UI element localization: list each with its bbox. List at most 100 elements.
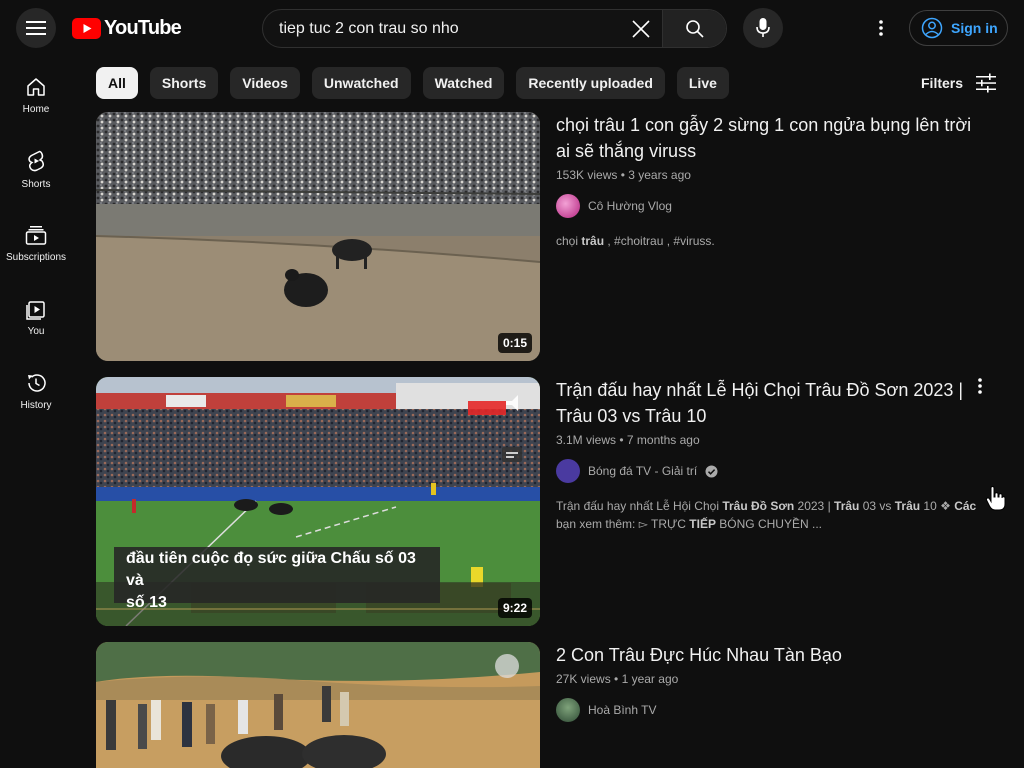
channel-info[interactable]: Bóng đá TV - Giải trí <box>556 459 986 483</box>
video-info: 2 Con Trâu Đực Húc Nhau Tàn Bạo 27K view… <box>556 642 986 722</box>
shorts-icon <box>25 149 47 173</box>
sidebar-item-shorts[interactable]: Shorts <box>0 130 72 204</box>
account-circle-icon <box>921 17 943 39</box>
top-bar: YouTube tiep tuc 2 con trau so nho Sign … <box>0 0 1024 56</box>
chip-all[interactable]: All <box>96 67 138 99</box>
desc-text: bạn xem thêm: ▻ TRỰC <box>556 517 690 531</box>
search-input[interactable]: tiep tuc 2 con trau so nho <box>263 10 662 47</box>
menu-button[interactable] <box>16 8 56 48</box>
caption-line: số 13 <box>126 594 167 611</box>
search-icon <box>685 19 705 39</box>
channel-info[interactable]: Cô Hường Vlog <box>556 194 986 218</box>
chip-videos[interactable]: Videos <box>230 67 300 99</box>
video-thumbnail[interactable]: 0:15 <box>96 112 540 361</box>
video-description: Trận đấu hay nhất Lễ Hội Chọi Trâu Đồ Sơ… <box>556 497 986 533</box>
desc-text: BÓNG CHUYỀN ... <box>715 517 822 531</box>
channel-avatar[interactable] <box>556 194 580 218</box>
desc-highlight: Trâu <box>894 499 921 513</box>
video-result[interactable]: 2 Con Trâu Đực Húc Nhau Tàn Bạo 27K view… <box>96 642 996 768</box>
clear-search-icon[interactable] <box>630 18 652 40</box>
chip-unwatched[interactable]: Unwatched <box>311 67 411 99</box>
search-button[interactable] <box>662 10 726 47</box>
desc-text: 2023 | <box>794 499 835 513</box>
settings-more-button[interactable] <box>866 13 896 43</box>
filters-label: Filters <box>921 75 964 91</box>
video-info: Trận đấu hay nhất Lễ Hội Chọi Trâu Đồ Sơ… <box>556 377 986 533</box>
sidebar-item-home[interactable]: Home <box>0 56 72 130</box>
desc-text: 03 vs <box>859 499 895 513</box>
video-thumbnail[interactable]: đầu tiên cuộc đọ sức giữa Chấu số 03 và … <box>96 377 540 626</box>
video-thumbnail[interactable] <box>96 642 540 768</box>
more-vert-icon <box>879 20 883 36</box>
view-count: 27K views <box>556 672 611 686</box>
youtube-logo[interactable]: YouTube <box>72 17 182 40</box>
sidebar-item-label: Home <box>22 103 50 115</box>
search-box: tiep tuc 2 con trau so nho <box>262 9 727 48</box>
desc-highlight: Các <box>954 499 977 513</box>
sign-in-button[interactable]: Sign in <box>909 10 1008 46</box>
youtube-play-icon <box>72 18 101 39</box>
desc-text: 10 ❖ <box>920 499 955 513</box>
hand-cursor-icon <box>985 486 1007 512</box>
video-info: chọi trâu 1 con gẫy 2 sừng 1 con ngửa bụ… <box>556 112 986 250</box>
upload-age: 1 year ago <box>621 672 679 686</box>
logo-text: YouTube <box>104 17 182 39</box>
video-title[interactable]: 2 Con Trâu Đực Húc Nhau Tàn Bạo <box>556 642 986 668</box>
video-duration: 0:15 <box>497 333 532 353</box>
video-metadata: 27K views • 1 year ago <box>556 672 679 686</box>
video-metadata: 3.1M views • 7 months ago <box>556 433 700 447</box>
upload-age: 7 months ago <box>626 433 700 447</box>
home-icon <box>25 76 47 98</box>
video-caption-overlay: đầu tiên cuộc đọ sức giữa Chấu số 03 và … <box>126 548 436 614</box>
voice-search-button[interactable] <box>743 8 783 48</box>
desc-highlight: TIẾP <box>689 517 716 531</box>
filter-chips: All Shorts Videos Unwatched Watched Rece… <box>96 67 729 99</box>
video-duration: 9:22 <box>497 598 532 618</box>
history-icon <box>25 372 47 394</box>
sidebar-item-label: Subscriptions <box>5 251 67 263</box>
filters-button[interactable]: Filters <box>921 73 997 93</box>
desc-highlight: Trâu Đồ Sơn <box>722 499 795 513</box>
tune-icon <box>975 73 997 93</box>
desc-highlight: trâu <box>581 234 605 248</box>
mini-guide-sidebar: Home Shorts Subscriptions You History <box>0 56 72 426</box>
sidebar-item-subscriptions[interactable]: Subscriptions <box>0 204 72 278</box>
upload-age: 3 years ago <box>628 168 691 182</box>
sidebar-item-label: Shorts <box>21 178 51 190</box>
microphone-icon <box>755 17 771 39</box>
video-title[interactable]: Trận đấu hay nhất Lễ Hội Chọi Trâu Đồ Sơ… <box>556 377 966 429</box>
subscriptions-icon <box>25 224 47 246</box>
chip-live[interactable]: Live <box>676 67 729 99</box>
channel-name[interactable]: Hoà Bình TV <box>588 703 656 717</box>
view-count: 3.1M views <box>556 433 617 447</box>
verified-badge-icon <box>705 465 718 478</box>
video-action-menu-button[interactable] <box>970 377 990 397</box>
desc-text: , #choitrau , #viruss. <box>604 234 715 248</box>
chip-watched[interactable]: Watched <box>422 67 505 99</box>
sign-in-label: Sign in <box>951 20 998 36</box>
video-description: chọi trâu , #choitrau , #viruss. <box>556 232 986 250</box>
video-metadata: 153K views • 3 years ago <box>556 168 691 182</box>
channel-avatar[interactable] <box>556 459 580 483</box>
desc-text: chọi <box>556 234 582 248</box>
more-vert-icon <box>970 377 990 397</box>
sidebar-item-you[interactable]: You <box>0 278 72 352</box>
sidebar-item-history[interactable]: History <box>0 352 72 426</box>
you-icon <box>25 298 47 320</box>
sidebar-item-label: You <box>27 325 45 337</box>
hamburger-icon <box>26 20 46 36</box>
channel-info[interactable]: Hoà Bình TV <box>556 698 986 722</box>
channel-name[interactable]: Bóng đá TV - Giải trí <box>588 464 697 478</box>
search-query: tiep tuc 2 con trau so nho <box>279 19 459 37</box>
channel-avatar[interactable] <box>556 698 580 722</box>
chip-shorts[interactable]: Shorts <box>149 67 219 99</box>
caption-line: đầu tiên cuộc đọ sức giữa Chấu số 03 và <box>126 550 416 589</box>
video-result[interactable]: đầu tiên cuộc đọ sức giữa Chấu số 03 và … <box>96 377 996 626</box>
sidebar-item-label: History <box>20 399 52 411</box>
channel-name[interactable]: Cô Hường Vlog <box>588 199 672 213</box>
desc-text: Trận đấu hay nhất Lễ Hội Chọi <box>556 499 723 513</box>
view-count: 153K views <box>556 168 618 182</box>
chip-recently-uploaded[interactable]: Recently uploaded <box>516 67 665 99</box>
video-title[interactable]: chọi trâu 1 con gẫy 2 sừng 1 con ngửa bụ… <box>556 112 986 164</box>
video-result[interactable]: 0:15 chọi trâu 1 con gẫy 2 sừng 1 con ng… <box>96 112 996 361</box>
